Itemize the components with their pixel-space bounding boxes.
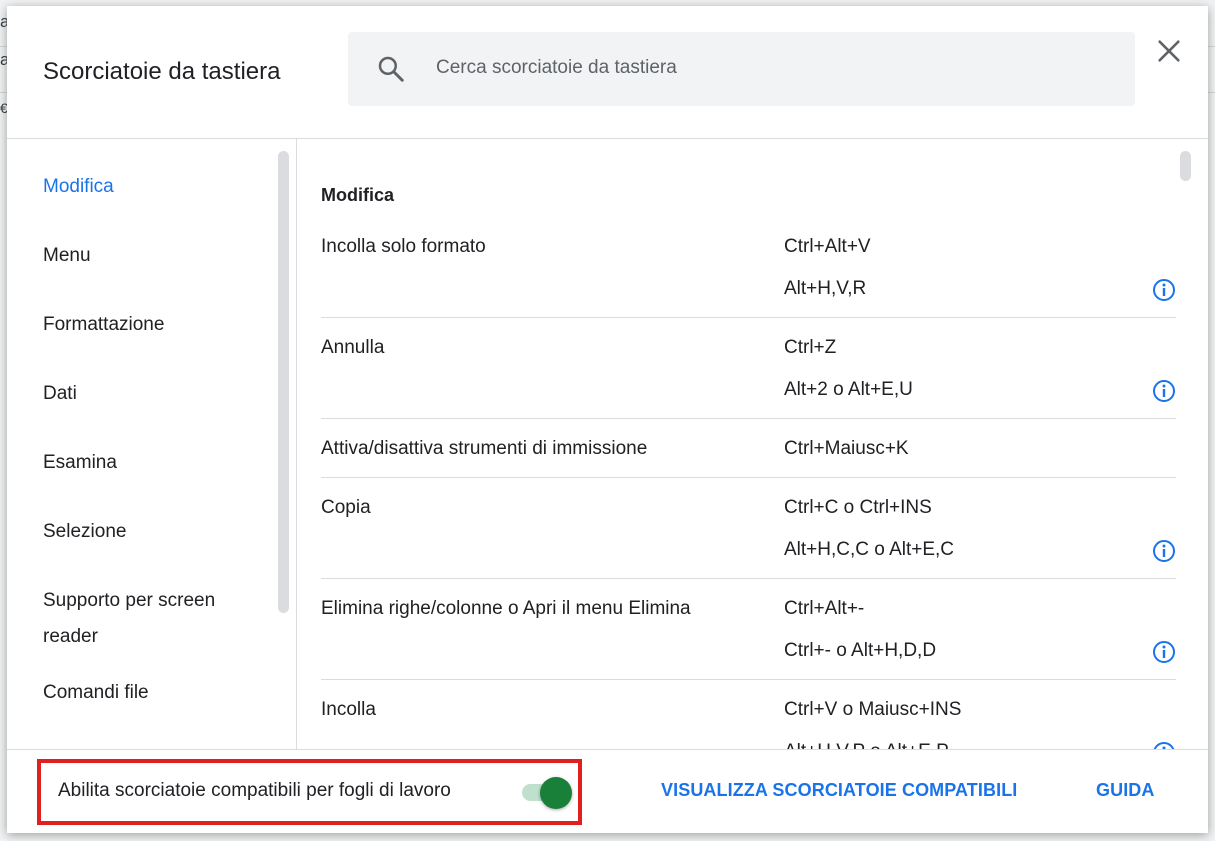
shortcut-keys: Ctrl+V o Maiusc+INS [784, 699, 962, 720]
sidebar-item-modifica[interactable]: Modifica [43, 169, 114, 205]
info-icon[interactable] [1152, 539, 1176, 563]
shortcut-label: Annulla [321, 337, 385, 358]
row-divider [321, 418, 1176, 419]
row-divider [321, 317, 1176, 318]
info-icon[interactable] [1152, 640, 1176, 664]
shortcut-keys-alt: Alt+H,V,R [784, 278, 867, 299]
dialog-title: Scorciatoie da tastiera [43, 58, 281, 85]
sidebar-item-label: reader [43, 626, 98, 647]
help-button[interactable]: GUIDA [1096, 780, 1155, 801]
sidebar-item-menu[interactable]: Menu [43, 238, 91, 274]
row-divider [321, 578, 1176, 579]
sidebar-item-screen-reader[interactable]: Supporto per screen reader [43, 583, 215, 655]
sidebar-item-dati[interactable]: Dati [43, 376, 77, 412]
row-divider [321, 477, 1176, 478]
shortcut-label: Copia [321, 497, 371, 518]
shortcut-keys-alt: Alt+H,V,P o Alt+E,P [784, 741, 949, 749]
content-scrollbar[interactable] [1180, 151, 1191, 181]
shortcuts-list: Modifica Incolla solo formato Ctrl+Alt+V… [297, 139, 1208, 749]
shortcuts-dialog: Scorciatoie da tastiera Cerca scorciatoi… [7, 6, 1208, 833]
shortcut-keys-alt: Ctrl+- o Alt+H,D,D [784, 640, 937, 661]
shortcut-label: Elimina righe/colonne o Apri il menu Eli… [321, 598, 691, 619]
shortcut-keys: Ctrl+Z [784, 337, 837, 358]
close-icon[interactable] [1155, 37, 1183, 65]
sidebar-item-selezione[interactable]: Selezione [43, 514, 126, 550]
info-icon[interactable] [1152, 278, 1176, 302]
compat-shortcuts-toggle[interactable] [520, 777, 572, 809]
shortcut-keys: Ctrl+Alt+- [784, 598, 865, 619]
shortcut-label: Incolla solo formato [321, 236, 486, 257]
shortcut-keys-alt: Alt+2 o Alt+E,U [784, 379, 913, 400]
category-sidebar: Modifica Menu Formattazione Dati Esamina… [7, 139, 297, 749]
shortcut-keys-alt: Alt+H,C,C o Alt+E,C [784, 539, 955, 560]
search-icon [378, 56, 404, 82]
shortcut-keys: Ctrl+Maiusc+K [784, 438, 909, 459]
search-box[interactable]: Cerca scorciatoie da tastiera [348, 32, 1135, 106]
sidebar-item-esamina[interactable]: Esamina [43, 445, 117, 481]
compat-shortcuts-label: Abilita scorciatoie compatibili per fogl… [58, 780, 451, 801]
shortcut-label: Attiva/disattiva strumenti di immissione [321, 438, 648, 459]
search-input[interactable]: Cerca scorciatoie da tastiera [436, 57, 677, 79]
shortcut-keys: Ctrl+C o Ctrl+INS [784, 497, 932, 518]
sidebar-item-formattazione[interactable]: Formattazione [43, 307, 164, 343]
row-divider [321, 679, 1176, 680]
view-compat-shortcuts-button[interactable]: VISUALIZZA SCORCIATOIE COMPATIBILI [661, 780, 1017, 801]
sidebar-item-comandi-file[interactable]: Comandi file [43, 675, 149, 711]
section-title: Modifica [321, 185, 395, 205]
sidebar-item-label: Supporto per screen [43, 590, 216, 611]
dialog-footer: Abilita scorciatoie compatibili per fogl… [7, 749, 1208, 833]
sidebar-scrollbar[interactable] [278, 151, 289, 613]
dialog-header: Scorciatoie da tastiera Cerca scorciatoi… [7, 6, 1208, 139]
shortcut-label: Incolla [321, 699, 376, 720]
toggle-thumb [540, 777, 572, 809]
info-icon[interactable] [1152, 741, 1176, 749]
info-icon[interactable] [1152, 379, 1176, 403]
shortcut-keys: Ctrl+Alt+V [784, 236, 871, 257]
